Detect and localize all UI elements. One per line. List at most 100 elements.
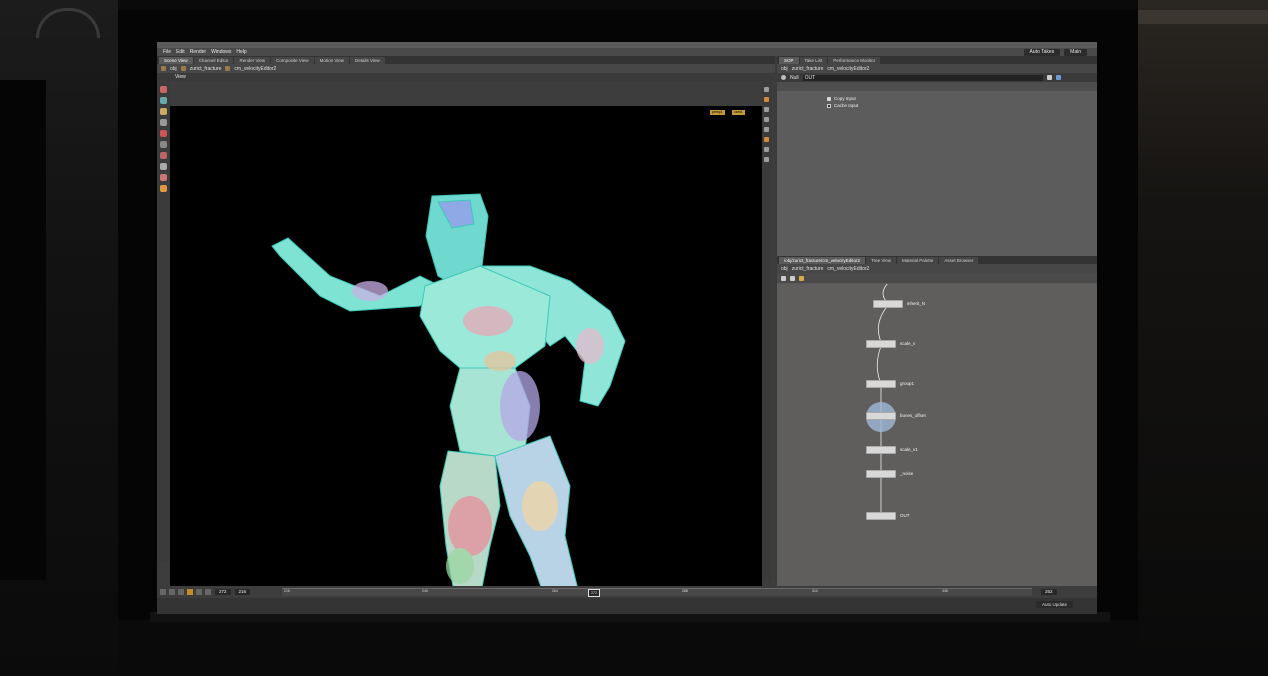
tick-label: 240 [422, 589, 428, 593]
current-frame-field[interactable]: 272 [215, 589, 231, 595]
menu-windows[interactable]: Windows [211, 49, 231, 55]
node-header: Null OUT [777, 73, 1097, 82]
tab-performance-monitor[interactable]: Performance Monitor [828, 56, 881, 64]
menu-render[interactable]: Render [190, 49, 206, 55]
status-bar: Auto Update [157, 598, 1097, 614]
node-noise[interactable] [866, 470, 896, 478]
null-node-icon [781, 75, 786, 80]
menu-bar: File Edit Render Windows Help Auto Takes… [157, 48, 1097, 56]
param-cache-input[interactable]: Cache Input [777, 102, 1097, 109]
tab-asset-browser[interactable]: Asset Browser [939, 256, 979, 264]
help-icon[interactable] [1055, 75, 1061, 80]
path-fracture[interactable]: zurict_fracture [190, 66, 222, 72]
path-obj[interactable]: obj [781, 266, 788, 272]
network-editor-pane: /obj/zurict_fracture/cm_velocityEditor2 … [777, 256, 1097, 586]
menu-edit[interactable]: Edit [176, 49, 185, 55]
move-tool-icon[interactable] [160, 97, 167, 104]
gear-icon[interactable] [1046, 75, 1052, 80]
tab-material-palette[interactable]: Material Palette [897, 256, 939, 264]
shading-icon[interactable] [764, 97, 769, 102]
tab-details-view[interactable]: Details View [350, 56, 385, 64]
wireframe-icon[interactable] [764, 107, 769, 112]
measure-tool-icon[interactable] [160, 163, 167, 170]
path-fracture[interactable]: zurict_fracture [792, 66, 824, 72]
path-velocity-editor[interactable]: cm_velocityEditor2 [234, 66, 276, 72]
node-scale-v1[interactable] [866, 446, 896, 454]
reverse-play-icon[interactable] [178, 589, 184, 595]
tab-tree-view[interactable]: Tree View [866, 256, 897, 264]
lighting-icon[interactable] [764, 137, 769, 142]
monitor-screen: File Edit Render Windows Help Auto Takes… [157, 42, 1097, 614]
grid-icon[interactable] [764, 147, 769, 152]
param-path-bar: obj zurict_fracture cm_velocityEditor2 [777, 64, 1097, 73]
node-group1[interactable] [866, 380, 896, 388]
tab-network[interactable]: /obj/zurict_fracture/cm_velocityEditor2 [779, 256, 866, 264]
desktop-menu[interactable]: Main [1064, 48, 1087, 56]
tab-render-view[interactable]: Render View [234, 56, 271, 64]
node-out[interactable] [866, 512, 896, 520]
cache-input-checkbox[interactable] [827, 103, 831, 108]
camera-icon[interactable] [764, 157, 769, 162]
rotate-tool-icon[interactable] [160, 108, 167, 115]
node-inherit-n[interactable] [873, 300, 903, 308]
pose-tool-icon[interactable] [160, 141, 167, 148]
timeline-ruler[interactable]: 216 240 264 288 312 336 272 [282, 588, 1032, 597]
path-fracture[interactable]: zurict_fracture [792, 266, 824, 272]
tab-composite-view[interactable]: Composite View [271, 56, 314, 64]
menu-help[interactable]: Help [236, 49, 246, 55]
tab-take-list[interactable]: Take List [799, 56, 828, 64]
node-scale-v[interactable] [866, 340, 896, 348]
cache-input-label: Cache Input [834, 103, 859, 108]
select-tool-icon[interactable] [160, 86, 167, 93]
end-frame-field[interactable]: 252 [1041, 589, 1057, 595]
node-label: scale_v1 [900, 447, 918, 452]
handle-tool-icon[interactable] [160, 130, 167, 137]
copy-input-checkbox[interactable] [827, 96, 831, 101]
play-icon[interactable] [187, 589, 193, 595]
add-node-icon[interactable] [781, 275, 786, 281]
fractured-character-model [271, 193, 626, 599]
frame-marker[interactable]: 272 [588, 589, 600, 597]
display-icon[interactable] [764, 87, 769, 92]
network-toolbar [777, 273, 1097, 283]
3d-viewport[interactable]: persp1 cam1 [170, 106, 762, 599]
normals-icon[interactable] [764, 127, 769, 132]
path-obj[interactable]: obj [781, 66, 788, 72]
prev-frame-icon[interactable] [169, 589, 175, 595]
viewport-camera-badge[interactable]: persp1 [710, 110, 725, 115]
tab-channel-editor[interactable]: Channel Editor [193, 56, 234, 64]
node-name-field[interactable]: OUT [802, 74, 1043, 81]
tab-motion-view[interactable]: Motion View [314, 56, 350, 64]
node-bones-offset[interactable] [866, 412, 896, 420]
node-label: scale_v [900, 341, 916, 346]
scale-tool-icon[interactable] [160, 119, 167, 126]
start-frame-field[interactable]: 216 [234, 589, 251, 595]
sticky-note-icon[interactable] [799, 275, 804, 281]
last-frame-icon[interactable] [205, 589, 211, 595]
auto-update-button[interactable]: Auto Update [1035, 601, 1073, 608]
tab-sop[interactable]: SOP [779, 56, 799, 64]
tick-label: 312 [812, 589, 818, 593]
menu-file[interactable]: File [163, 49, 171, 55]
path-velocity-editor[interactable]: cm_velocityEditor2 [827, 66, 869, 72]
background-right-room [1138, 0, 1268, 676]
next-frame-icon[interactable] [196, 589, 202, 595]
left-tab-bar: Scene View Channel Editor Render View Co… [157, 56, 775, 64]
path-obj[interactable]: obj [170, 66, 177, 72]
left-path-bar: obj zurict_fracture cm_velocityEditor2 [157, 64, 775, 73]
snap-tool-icon[interactable] [160, 174, 167, 181]
network-canvas[interactable]: inherit_N scale_v group1 bones_offset sc… [777, 284, 1097, 586]
viewport-camera-badge-2[interactable]: cam1 [732, 110, 745, 115]
first-frame-icon[interactable] [160, 589, 166, 595]
background-left-room [0, 0, 118, 676]
tab-scene-view[interactable]: Scene View [159, 56, 193, 64]
display-toolbar [762, 82, 772, 582]
paint-tool-icon[interactable] [160, 152, 167, 159]
param-copy-input[interactable]: Copy Input [777, 95, 1097, 102]
layout-icon[interactable] [790, 275, 795, 281]
path-velocity-editor[interactable]: cm_velocityEditor2 [827, 266, 869, 272]
view-tool-icon[interactable] [160, 185, 167, 192]
param-tab-bar: SOP Take List Performance Monitor [777, 56, 1097, 64]
points-icon[interactable] [764, 117, 769, 122]
takes-menu[interactable]: Auto Takes [1023, 48, 1061, 56]
